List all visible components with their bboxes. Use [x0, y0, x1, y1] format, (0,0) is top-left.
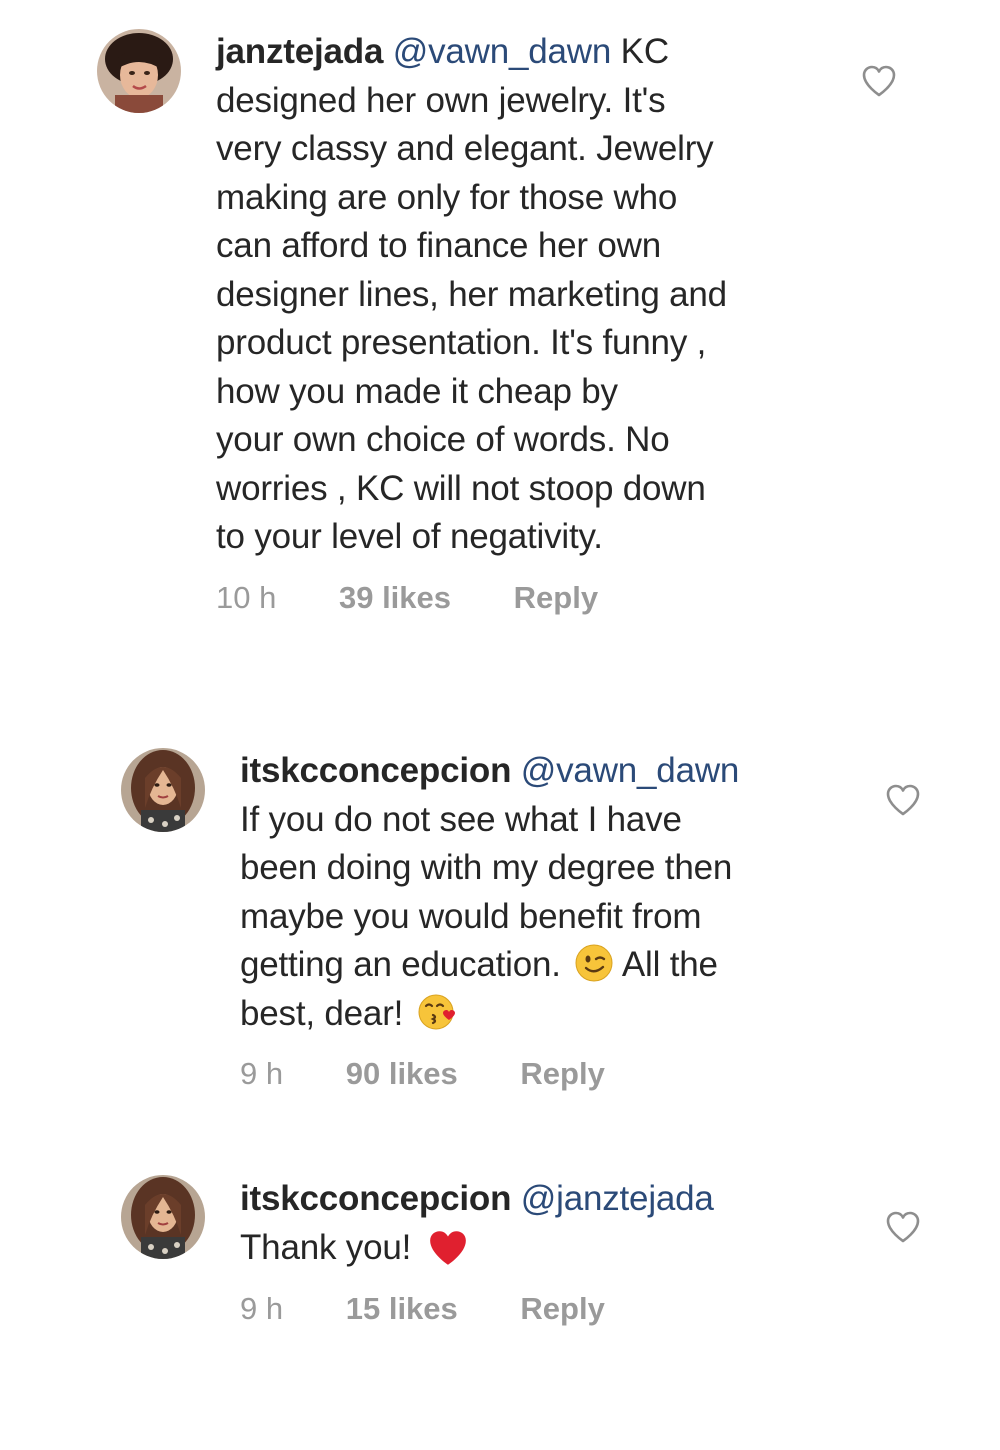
- comment-text-segment: KC: [620, 32, 669, 71]
- comment-line: to your level of negativity.: [216, 517, 603, 556]
- comment-line: If you do not see what I have: [240, 799, 682, 839]
- comment-meta: 9 h 90 likes Reply: [240, 1056, 605, 1092]
- comment-likes[interactable]: 90 likes: [346, 1056, 458, 1091]
- comment-line: designer lines, her marketing and: [216, 274, 727, 314]
- comment-username[interactable]: itskcconcepcion: [240, 1179, 511, 1218]
- comment-text-segment: best, dear!: [240, 993, 404, 1033]
- heart-outline-icon[interactable]: [885, 1210, 921, 1244]
- comment-janztejada: janztejada @vawn_dawn KC designed her ow…: [0, 0, 1000, 680]
- comment-text-segment: Thank you!: [240, 1227, 412, 1267]
- comment-username[interactable]: itskcconcepcion: [240, 751, 511, 790]
- comment-line: how you made it cheap by: [216, 371, 618, 411]
- comment-mention[interactable]: @vawn_dawn: [393, 32, 612, 71]
- comment-meta: 9 h 15 likes Reply: [240, 1291, 605, 1327]
- comment-mention[interactable]: @vawn_dawn: [521, 751, 740, 790]
- comment-line: product presentation. It's funny ,: [216, 323, 707, 362]
- reply-button[interactable]: Reply: [520, 1291, 604, 1326]
- comment-likes[interactable]: 15 likes: [346, 1291, 458, 1326]
- winking-face-emoji: [575, 944, 613, 982]
- comment-line: your own choice of words. No: [216, 420, 670, 459]
- comment-line: designed her own jewelry. It's: [216, 80, 666, 120]
- avatar-itskcconcepcion[interactable]: [121, 1175, 205, 1259]
- comment-line: can afford to finance her own: [216, 226, 661, 265]
- comment-time: 10 h: [216, 580, 277, 615]
- comment-text-segment: All the: [621, 945, 718, 984]
- heart-outline-icon[interactable]: [885, 783, 921, 817]
- reply-button[interactable]: Reply: [520, 1056, 604, 1091]
- comment-text: itskcconcepcion @janztejada Thank you!: [240, 1175, 714, 1272]
- red-heart-emoji: [429, 1230, 466, 1265]
- comment-line: worries , KC will not stoop down: [216, 468, 706, 508]
- comment-line: maybe you would benefit from: [240, 896, 702, 936]
- comment-itskcconcepcion-1: itskcconcepcion @vawn_dawn If you do not…: [0, 680, 1000, 1120]
- comment-text: janztejada @vawn_dawn KC designed her ow…: [216, 28, 727, 562]
- comment-text-segment: getting an education.: [240, 945, 561, 984]
- reply-button[interactable]: Reply: [514, 580, 598, 615]
- comment-likes[interactable]: 39 likes: [339, 580, 451, 615]
- avatar-janztejada[interactable]: [97, 29, 181, 113]
- avatar-itskcconcepcion[interactable]: [121, 748, 205, 832]
- comment-mention[interactable]: @janztejada: [521, 1179, 714, 1218]
- face-blowing-kiss-emoji: [418, 994, 455, 1029]
- comment-line: making are only for those who: [216, 177, 678, 217]
- comment-time: 9 h: [240, 1291, 284, 1326]
- comment-text: itskcconcepcion @vawn_dawn If you do not…: [240, 747, 739, 1038]
- comment-username[interactable]: janztejada: [216, 32, 383, 71]
- comment-time: 9 h: [240, 1056, 284, 1091]
- comment-line: been doing with my degree then: [240, 848, 733, 887]
- comment-line: very classy and elegant. Jewelry: [216, 129, 714, 168]
- comment-meta: 10 h 39 likes Reply: [216, 580, 598, 616]
- heart-outline-icon[interactable]: [861, 64, 897, 98]
- comment-itskcconcepcion-2: itskcconcepcion @janztejada Thank you! 9…: [0, 1120, 1000, 1450]
